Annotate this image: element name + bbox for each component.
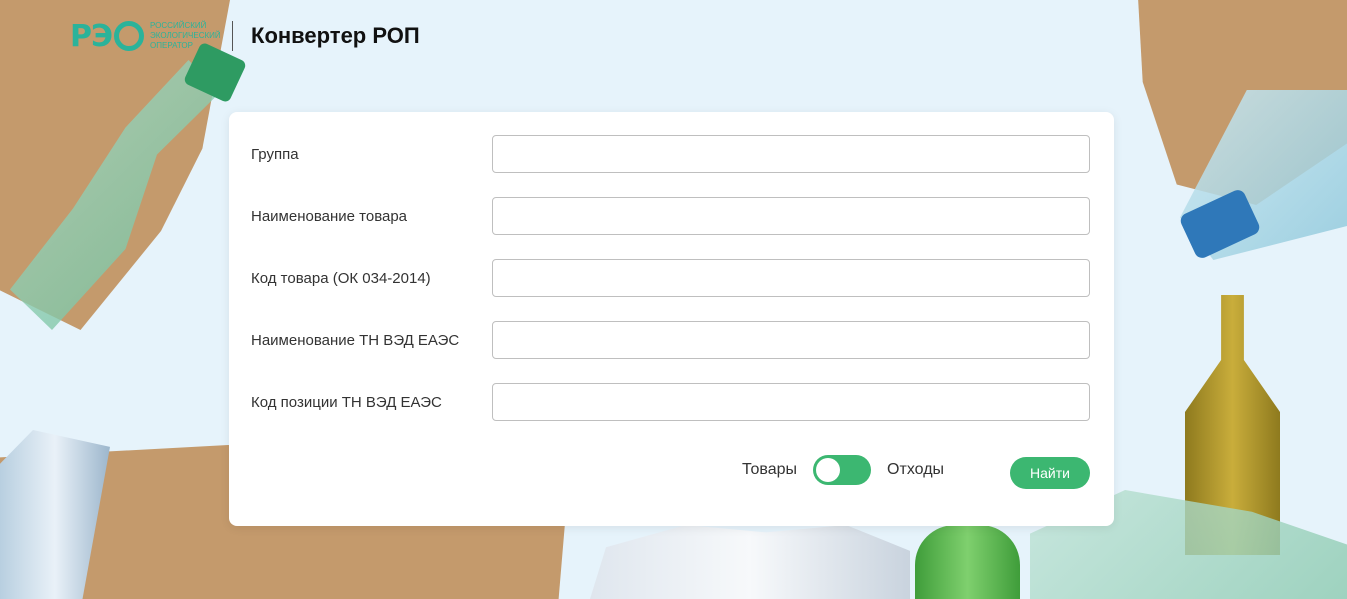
group-input[interactable] <box>492 135 1090 173</box>
form-row-tnved-code: Код позиции ТН ВЭД ЕАЭС <box>251 382 1092 422</box>
product-code-input[interactable] <box>492 259 1090 297</box>
form-row-tnved-name: Наименование ТН ВЭД ЕАЭС <box>251 320 1092 360</box>
product-code-label: Код товара (ОК 034-2014) <box>251 269 431 287</box>
toggle-knob <box>816 458 841 482</box>
group-label: Группа <box>251 145 299 163</box>
search-form-card: Группа Наименование товара Код товара (О… <box>229 112 1114 526</box>
crushed-can-decoration <box>590 525 910 599</box>
product-name-label: Наименование товара <box>251 207 408 225</box>
toggle-label-waste[interactable]: Отходы <box>887 461 944 479</box>
logo-text-line: ЭКОЛОГИЧЕСКИЙ <box>150 31 221 40</box>
tnved-code-label: Код позиции ТН ВЭД ЕАЭС <box>251 393 442 411</box>
tnved-code-input[interactable] <box>492 383 1090 421</box>
form-row-product-code: Код товара (ОК 034-2014) <box>251 258 1092 298</box>
tnved-name-label: Наименование ТН ВЭД ЕАЭС <box>251 331 460 349</box>
header: РЭ РОССИЙСКИЙ ЭКОЛОГИЧЕСКИЙ ОПЕРАТОР Кон… <box>70 14 420 58</box>
logo-text-line: РОССИЙСКИЙ <box>150 21 207 30</box>
page-title: Конвертер РОП <box>251 23 420 48</box>
logo-text: РОССИЙСКИЙ ЭКОЛОГИЧЕСКИЙ ОПЕРАТОР <box>150 21 221 51</box>
form-row-product-name: Наименование товара <box>251 196 1092 236</box>
logo-ring-icon <box>114 21 145 51</box>
product-name-input[interactable] <box>492 197 1090 235</box>
glass-bottle-decoration <box>915 525 1020 599</box>
toggle-label-goods[interactable]: Товары <box>742 461 797 479</box>
type-toggle-group: Товары Отходы <box>742 455 944 485</box>
tnved-name-input[interactable] <box>492 321 1090 359</box>
type-toggle-switch[interactable] <box>813 455 872 485</box>
form-row-group: Группа <box>251 134 1092 174</box>
logo-mark: РЭ <box>70 18 113 54</box>
logo-text-line: ОПЕРАТОР <box>150 41 193 50</box>
find-button[interactable]: Найти <box>1010 457 1090 489</box>
header-divider <box>232 21 234 51</box>
logo[interactable]: РЭ РОССИЙСКИЙ ЭКОЛОГИЧЕСКИЙ ОПЕРАТОР <box>70 18 221 54</box>
